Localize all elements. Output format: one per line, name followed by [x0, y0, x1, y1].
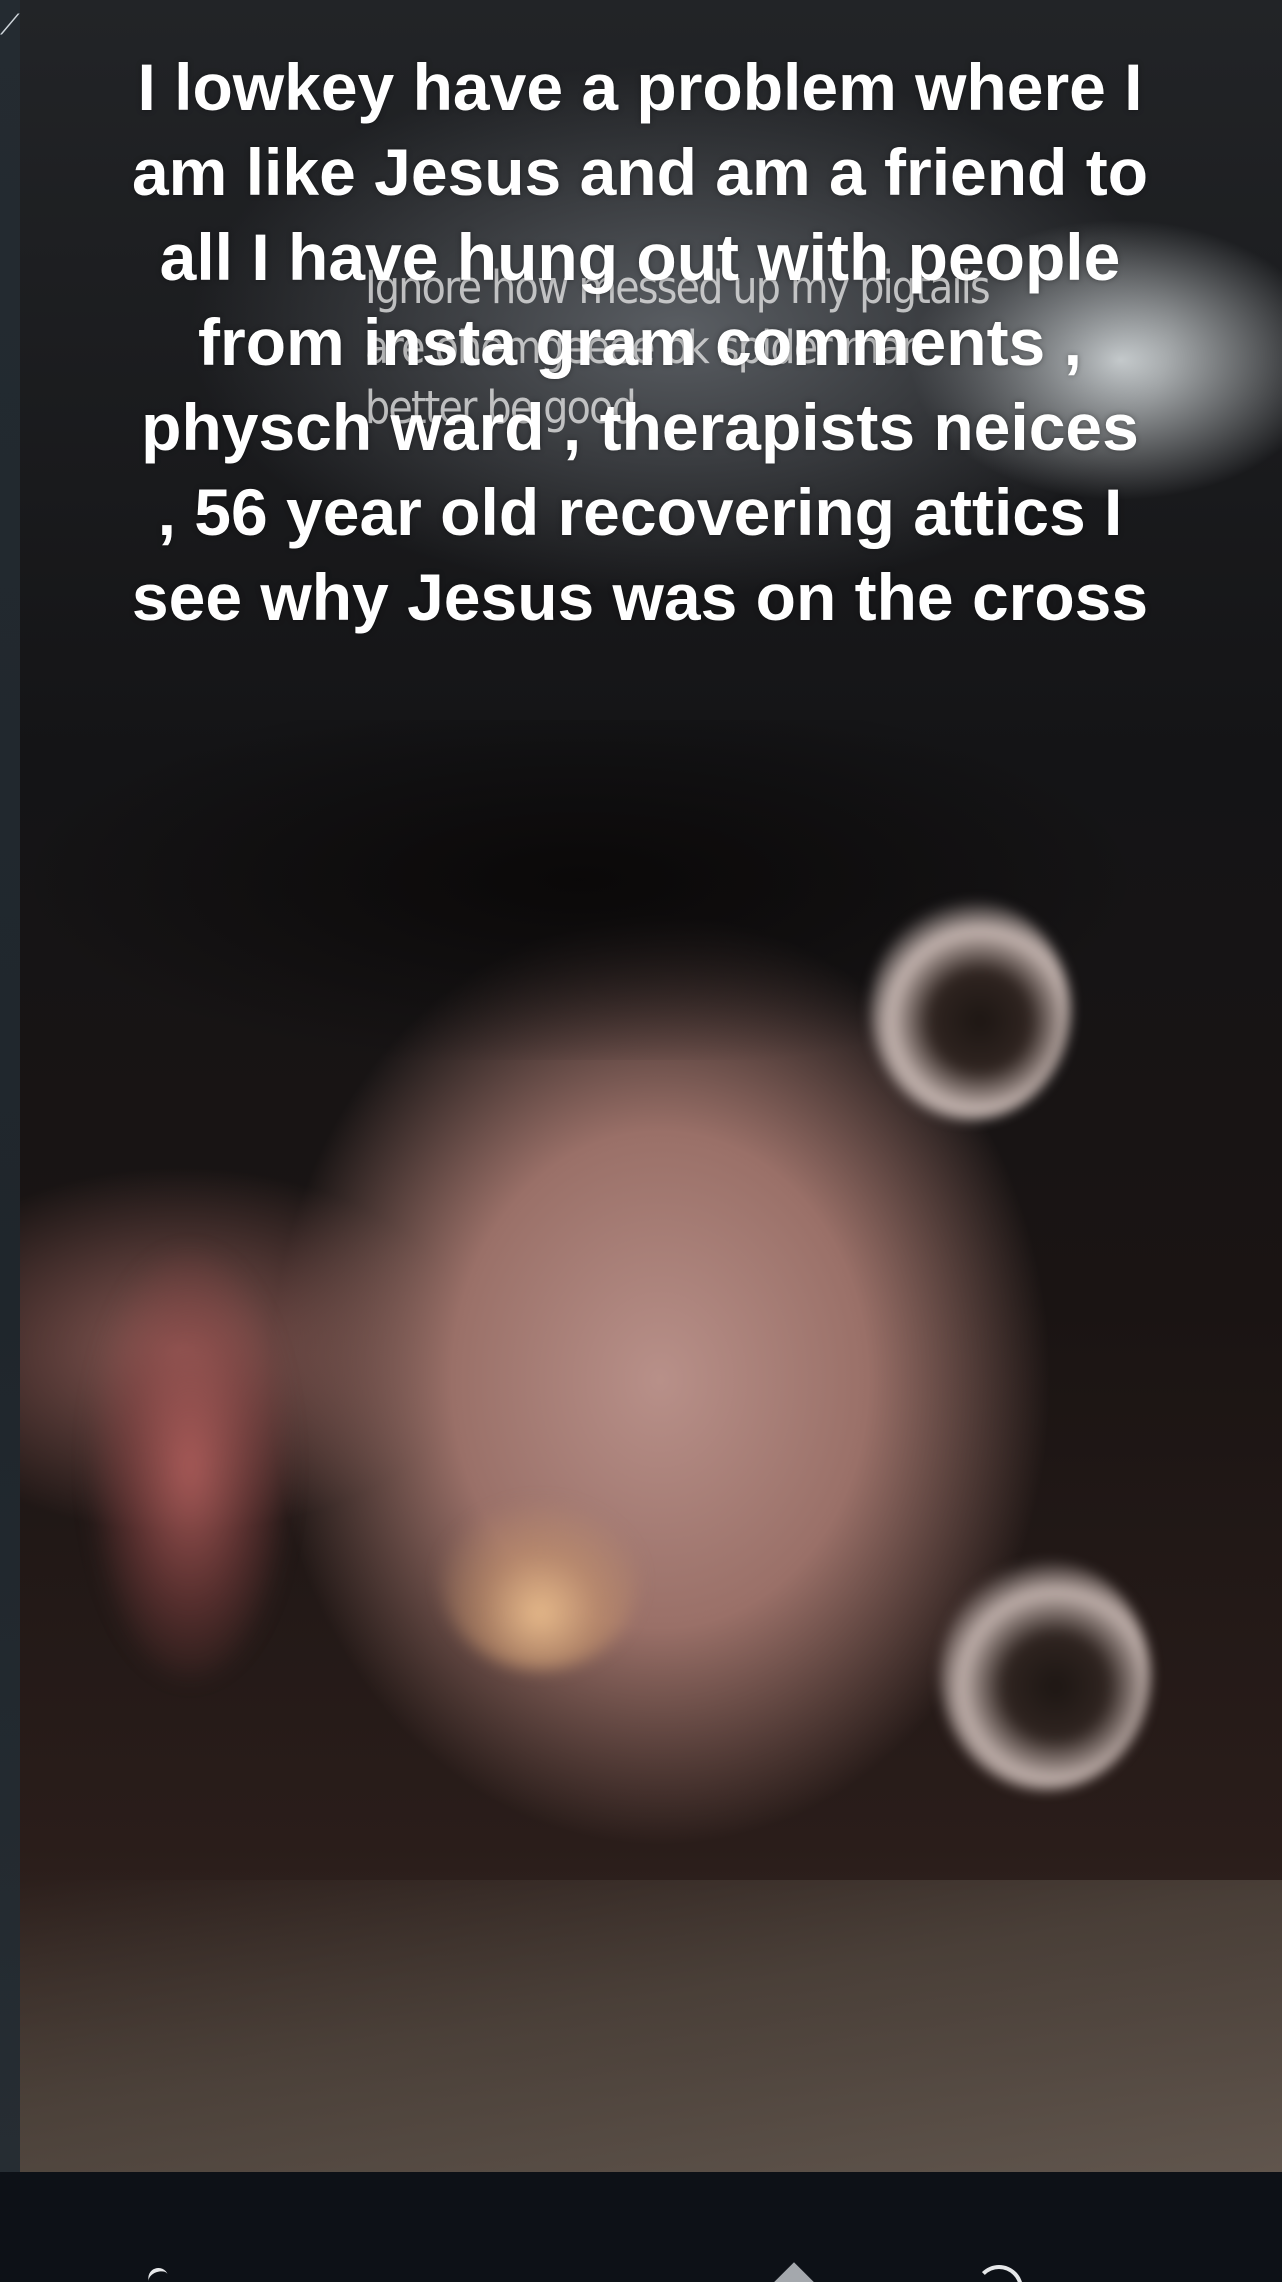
navigation-bar: [0, 2172, 1282, 2282]
main-caption: I lowkey have a problem where I am like …: [131, 50, 1149, 634]
screen: ⟋ Ignore how messed up my pigtails are o…: [0, 0, 1282, 2282]
edge-mark-icon: ⟋: [0, 8, 20, 41]
lips: [90, 1250, 290, 1680]
eye-lower: [940, 1560, 1150, 1790]
left-edge-strip: [0, 0, 20, 2172]
floor: [20, 1880, 1282, 2172]
nose: [440, 1480, 640, 1670]
hair-shadow: [20, 720, 1282, 1060]
eye-upper: [870, 900, 1070, 1120]
